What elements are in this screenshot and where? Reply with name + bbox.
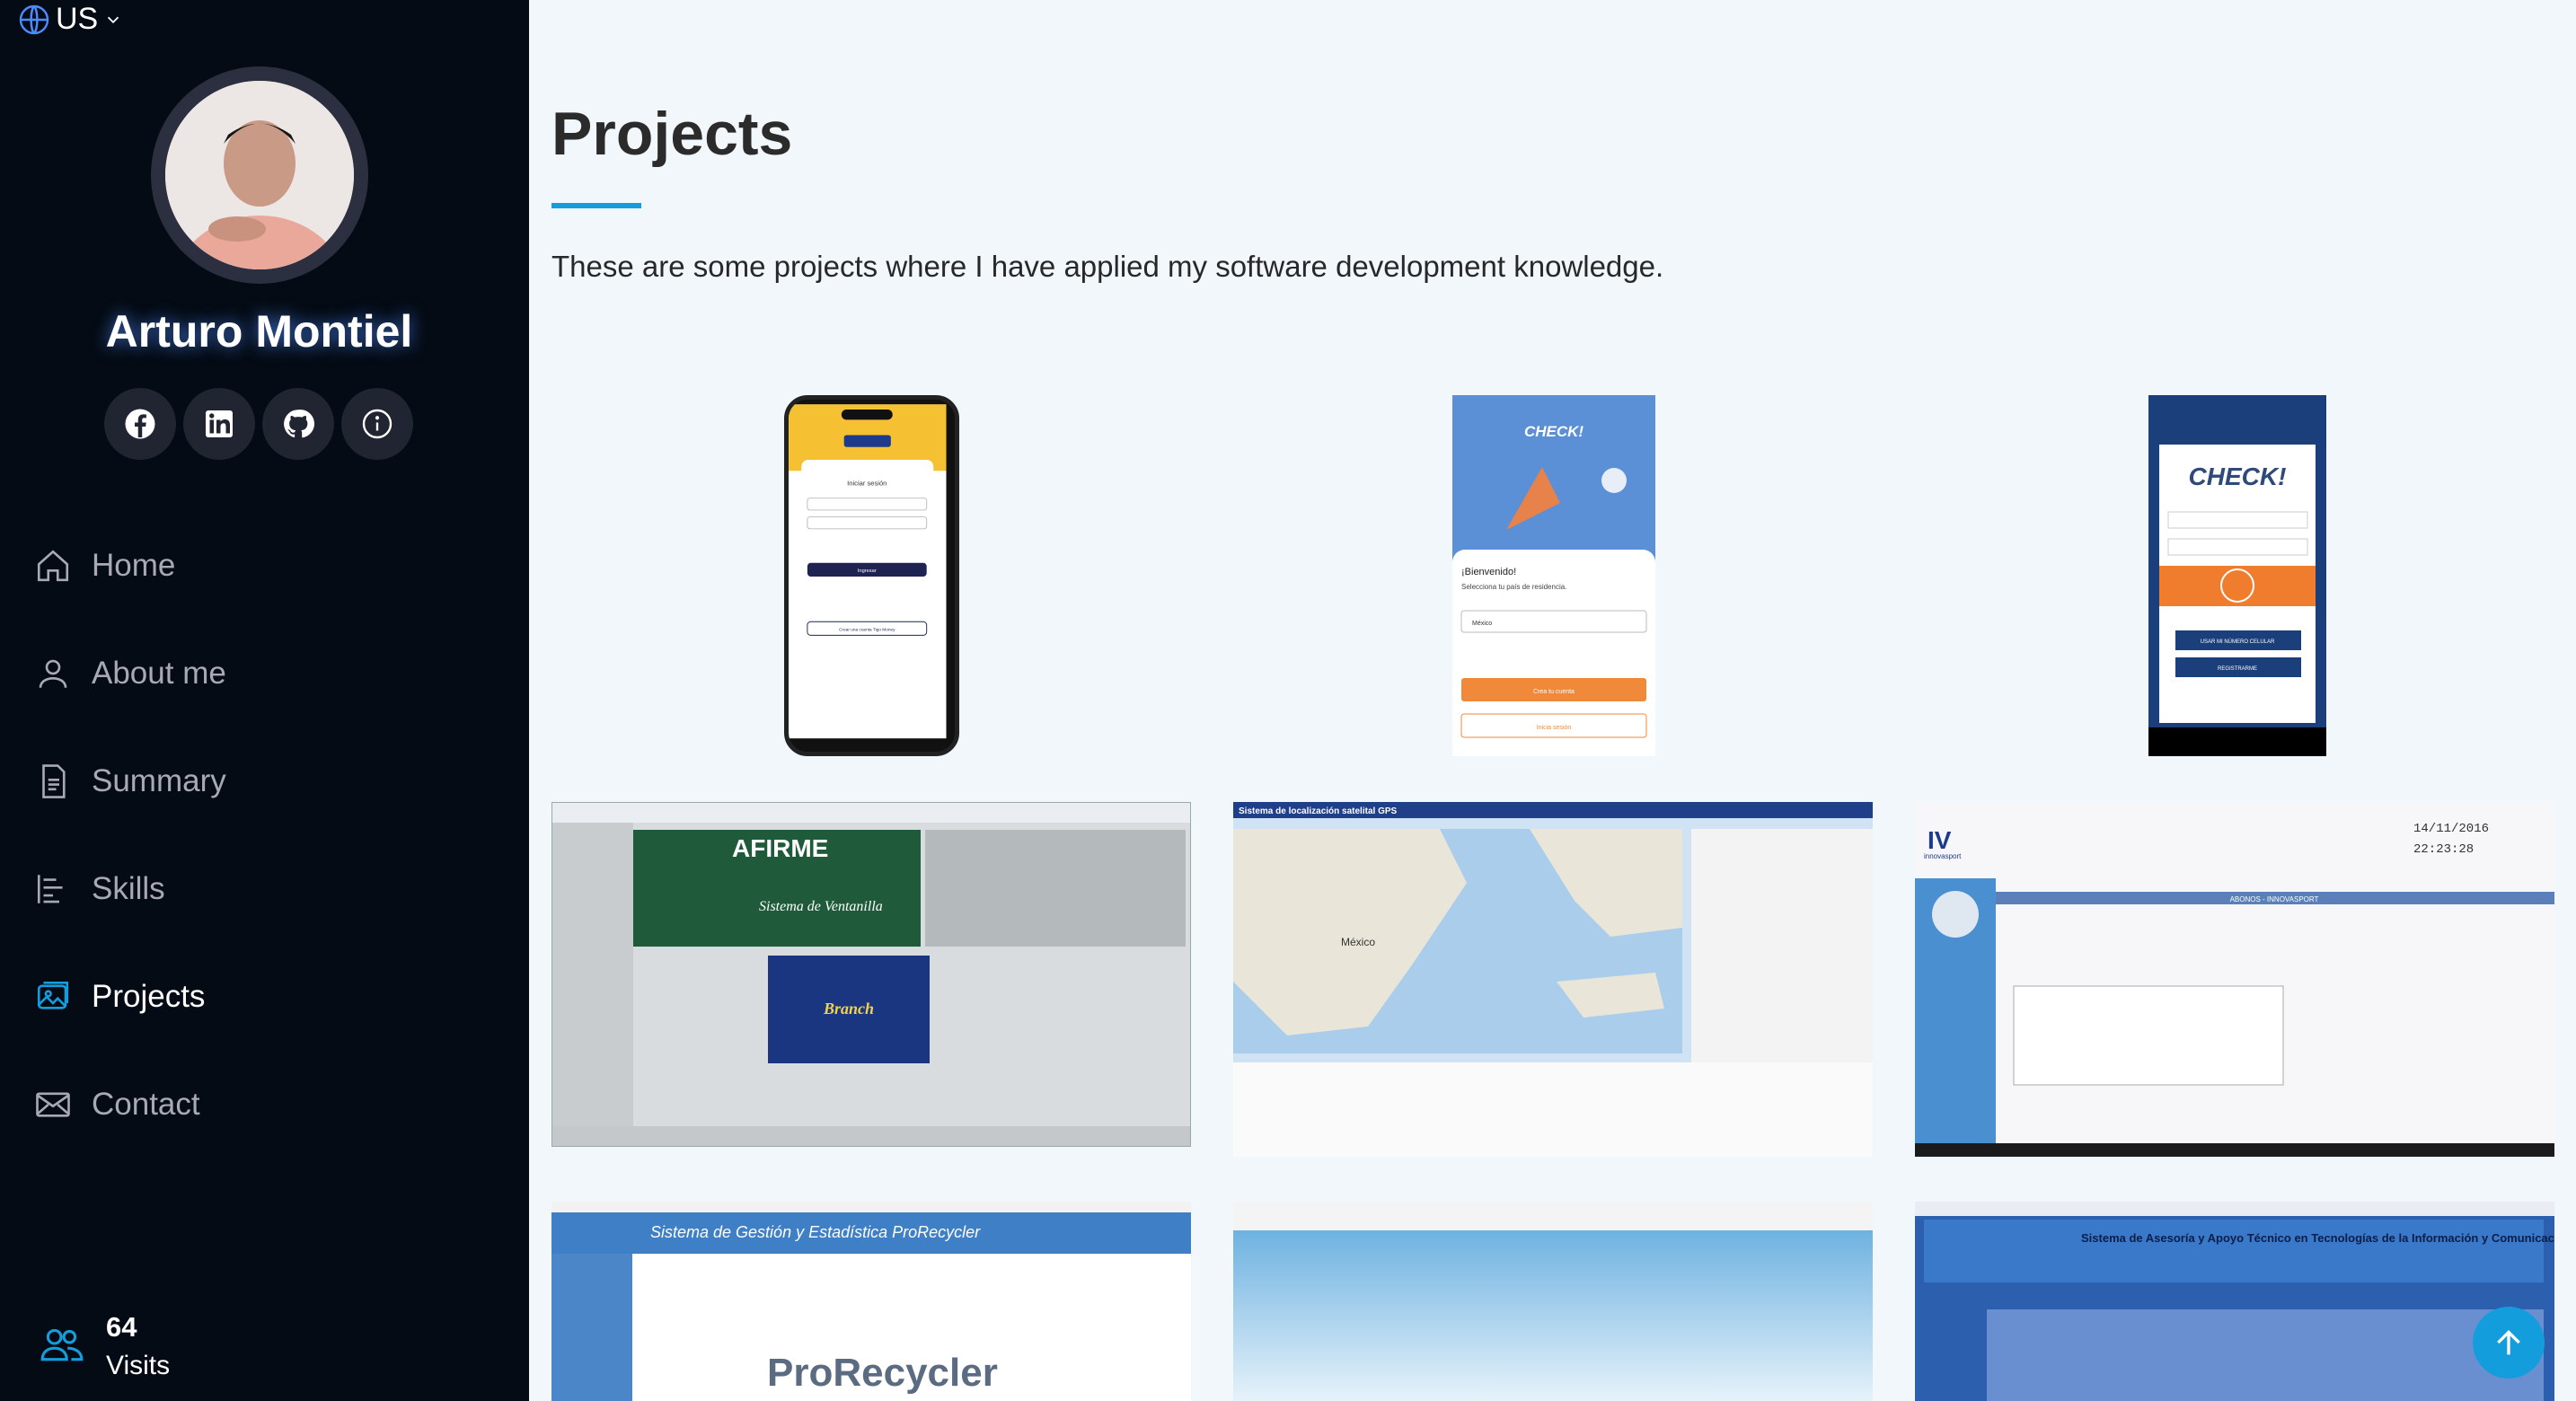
back-to-top-button[interactable] — [2473, 1307, 2545, 1379]
check-subtitle: Selecciona tu país de residencia. — [1461, 583, 1566, 591]
people-icon — [40, 1328, 84, 1361]
nav-item-skills[interactable]: Skills — [34, 835, 226, 943]
language-selector[interactable]: US — [18, 2, 123, 37]
house-icon — [37, 550, 69, 582]
innovasport-brand: innovasport — [1924, 852, 1962, 860]
list-icon — [37, 875, 63, 903]
nav-label: Home — [92, 548, 176, 583]
project-thumbnail-check-login[interactable]: CHECK! USAR MI NÚMERO CELULAR REGISTRARM… — [2148, 395, 2326, 756]
project-thumbnail-gps[interactable]: Sistema de localización satelital GPS Mé… — [1233, 802, 1873, 1157]
visit-label: Visits — [106, 1351, 171, 1380]
profile-name: Arturo Montiel — [105, 306, 413, 357]
innovasport-time: 22:23:28 — [2413, 842, 2474, 857]
visit-count: 64 — [106, 1311, 137, 1343]
facebook-icon — [125, 409, 155, 439]
check-country: México — [1472, 621, 1492, 627]
nav-label: Summary — [92, 763, 226, 798]
nav-item-contact[interactable]: Contact — [34, 1051, 226, 1159]
project-thumbnail-purificadora[interactable] — [1233, 1202, 1873, 1401]
login-title: Iniciar sesión — [847, 479, 887, 487]
person-icon — [39, 659, 67, 688]
page-description: These are some projects where I have app… — [551, 250, 1664, 283]
sidebar: US Arturo Montiel Home About me Summary … — [0, 0, 529, 1401]
nav-label: Contact — [92, 1087, 200, 1122]
check-login: Inicia sesión — [1537, 725, 1572, 731]
main-navigation: Home About me Summary Skills Projects Co… — [34, 512, 226, 1159]
check2-phone: USAR MI NÚMERO CELULAR — [2201, 639, 2275, 645]
nav-label: Projects — [92, 979, 206, 1014]
project-thumbnail-innovasport[interactable]: IV innovasport 14/11/2016 22:23:28 ABONO… — [1915, 802, 2554, 1157]
afirme-brand: AFIRME — [732, 834, 828, 862]
visit-counter: 64 Visits — [40, 1311, 170, 1381]
svg-text:IV: IV — [1928, 826, 1952, 854]
project-thumbnail-check-welcome[interactable]: CHECK! ¡Bienvenido! Selecciona tu país d… — [1452, 395, 1655, 756]
check-title: CHECK! — [1524, 423, 1584, 440]
check-create: Crea tu cuenta — [1533, 689, 1575, 695]
chevron-down-icon — [108, 16, 119, 23]
images-icon — [37, 981, 69, 1009]
prorecycler-logo: ProRecycler — [767, 1351, 998, 1395]
linkedin-icon — [206, 410, 233, 437]
facebook-link[interactable] — [104, 388, 176, 460]
check2-register: REGISTRARME — [2218, 666, 2257, 672]
info-link[interactable] — [341, 388, 413, 460]
project-thumbnail-prorecycler[interactable]: Sistema de Gestión y Estadística ProRecy… — [551, 1202, 1191, 1401]
language-label: US — [56, 2, 99, 36]
nav-label: Skills — [92, 871, 165, 906]
globe-icon — [19, 4, 49, 34]
social-links — [104, 388, 413, 460]
page-title: Projects — [551, 100, 793, 168]
afirme-branch: Branch — [823, 1000, 874, 1018]
envelope-icon — [36, 1092, 70, 1117]
project-thumbnail-afirme[interactable]: AFIRME Sistema de Ventanilla Branch — [551, 802, 1191, 1147]
profile-photo-frame — [151, 66, 368, 284]
document-icon — [42, 764, 66, 798]
afirme-system: Sistema de Ventanilla — [759, 899, 883, 914]
login-button: Ingresar — [858, 568, 877, 574]
project-thumbnail-saat-tic[interactable]: Sistema de Asesoría y Apoyo Técnico en T… — [1915, 1202, 2554, 1401]
title-underline — [551, 203, 641, 208]
nav-item-summary[interactable]: Summary — [34, 727, 226, 835]
innovasport-date: 14/11/2016 — [2413, 822, 2489, 836]
check2-title: CHECK! — [2189, 463, 2287, 490]
linkedin-link[interactable] — [183, 388, 255, 460]
innovasport-title: ABONOS - INNOVASPORT — [2230, 895, 2319, 903]
info-icon — [362, 409, 393, 439]
nav-item-about[interactable]: About me — [34, 620, 226, 727]
prorecycler-title: Sistema de Gestión y Estadística ProRecy… — [650, 1223, 981, 1241]
github-icon — [284, 410, 314, 438]
saat-title: Sistema de Asesoría y Apoyo Técnico en T… — [2081, 1231, 2554, 1245]
check-welcome: ¡Bienvenido! — [1461, 567, 1516, 577]
gps-map-label: México — [1341, 936, 1375, 948]
gps-title: Sistema de localización satelital GPS — [1239, 806, 1398, 816]
arrow-up-icon — [2497, 1329, 2520, 1355]
nav-item-projects[interactable]: Projects — [34, 943, 226, 1051]
project-thumbnail-tigo-money[interactable]: Iniciar sesión Ingresar Crear una cuenta… — [784, 395, 959, 756]
nav-label: About me — [92, 656, 226, 691]
github-link[interactable] — [262, 388, 334, 460]
avatar — [165, 81, 354, 269]
nav-item-home[interactable]: Home — [34, 512, 226, 620]
login-create: Crear una cuenta Tigo Money — [839, 628, 895, 633]
